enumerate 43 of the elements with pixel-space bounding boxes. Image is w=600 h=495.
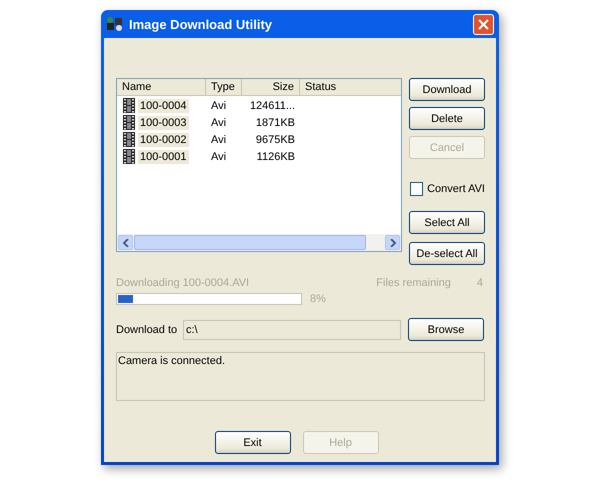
action-button[interactable]: Download: [409, 78, 485, 101]
browse-button[interactable]: Browse: [408, 318, 484, 341]
app-icon: [106, 16, 124, 32]
file-size: 9675KB: [254, 134, 296, 146]
file-name[interactable]: 100-0002: [138, 132, 188, 146]
download-to-label: Download to: [116, 324, 178, 336]
column-header[interactable]: Name: [117, 79, 206, 95]
checkbox[interactable]: [410, 182, 424, 196]
path-field[interactable]: c:\: [183, 320, 401, 340]
files-remaining-count: 4: [476, 277, 483, 289]
column-header[interactable]: Type: [206, 79, 242, 95]
file-size: 1126KB: [256, 150, 296, 162]
progress-percent: 8%: [310, 293, 326, 305]
file-size: 124611...: [248, 100, 296, 112]
file-type: Avi: [210, 134, 228, 146]
close-icon: [478, 18, 489, 30]
scroll-right-button[interactable]: [385, 235, 400, 250]
action-button[interactable]: Select All: [409, 211, 485, 234]
file-name[interactable]: 100-0004: [138, 98, 188, 112]
action-button[interactable]: Delete: [409, 107, 485, 130]
column-header[interactable]: Status: [300, 79, 401, 95]
file-type: Avi: [210, 116, 228, 128]
film-icon: [123, 149, 135, 164]
action-button[interactable]: De-select All: [409, 242, 485, 265]
file-name[interactable]: 100-0001: [138, 150, 188, 164]
film-icon: [123, 115, 135, 130]
horizontal-scrollbar[interactable]: [117, 234, 401, 251]
file-type: Avi: [210, 150, 228, 162]
dialog-button[interactable]: Exit: [214, 431, 290, 454]
close-button[interactable]: [473, 14, 494, 34]
window-title: Image Download Utility: [129, 16, 274, 32]
scroll-thumb[interactable]: [134, 235, 366, 250]
file-type: Avi: [210, 100, 228, 112]
film-icon: [123, 98, 135, 113]
scroll-left-button[interactable]: [118, 235, 133, 250]
files-remaining-label: Files remaining: [376, 277, 451, 289]
status-message: Camera is connected.: [116, 352, 485, 401]
film-icon: [123, 132, 135, 147]
checkbox-label: Convert AVI: [427, 183, 485, 195]
progress-label: Downloading 100-0004.AVI: [116, 277, 250, 289]
file-size: 1871KB: [254, 116, 296, 128]
column-header[interactable]: Size: [242, 79, 300, 95]
file-name[interactable]: 100-0003: [138, 116, 188, 130]
